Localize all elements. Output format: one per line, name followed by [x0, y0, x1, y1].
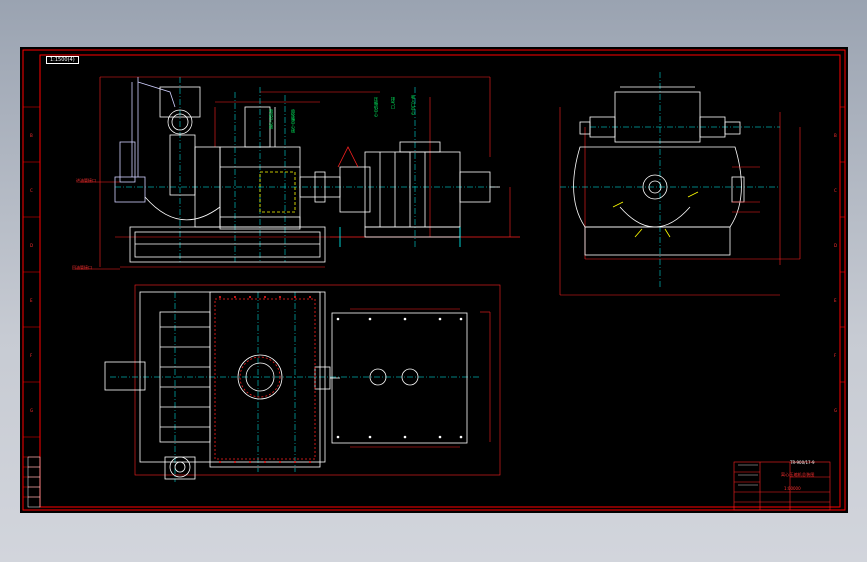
- zone-letters: B C D E F G B C D E F G: [30, 133, 837, 413]
- title-block-lines: [733, 461, 831, 511]
- drawing-sheet: B C D E F G B C D E F G 1:1500(4) 进油管接口 回油管接口 电机…: [20, 47, 848, 513]
- svg-text:C: C: [30, 188, 33, 193]
- gearbox-centerline-label: 齿轮箱中心线: [291, 109, 296, 133]
- svg-text:G: G: [30, 408, 33, 413]
- svg-text:F: F: [30, 353, 33, 358]
- svg-text:C: C: [834, 188, 837, 193]
- svg-text:D: D: [834, 243, 837, 248]
- oil-return-label: 回油管接口: [72, 265, 92, 270]
- svg-text:B: B: [30, 133, 33, 138]
- scale-tag: 1:1500(4): [46, 56, 79, 64]
- zone-ticks: [23, 106, 845, 498]
- compressor-center-label: 压缩机中心: [374, 97, 379, 117]
- svg-text:E: E: [834, 298, 837, 303]
- motor-centerline-label: 电机中心线: [269, 109, 274, 129]
- front-view: [75, 76, 520, 270]
- svg-text:G: G: [834, 408, 837, 413]
- cad-drawing: B C D E F G B C D E F G: [22, 49, 846, 511]
- drawing-name: 离心压缩机总装图: [781, 472, 815, 477]
- svg-text:E: E: [30, 298, 33, 303]
- discharge-label: 排气口: [391, 97, 396, 109]
- drawing-sub-text: 1:00000: [784, 486, 801, 491]
- outer-border: [22, 49, 846, 511]
- plan-view: [104, 284, 501, 482]
- svg-text:D: D: [30, 243, 33, 248]
- oil-inlet-label: 进油管接口: [76, 178, 96, 183]
- drawing-code: TR-900/17-9: [790, 460, 815, 465]
- svg-text:B: B: [834, 133, 837, 138]
- side-view: [559, 72, 801, 296]
- svg-text:F: F: [834, 353, 837, 358]
- suction-center-label: 吸入口中心: [411, 95, 416, 115]
- revision-table: [27, 456, 41, 508]
